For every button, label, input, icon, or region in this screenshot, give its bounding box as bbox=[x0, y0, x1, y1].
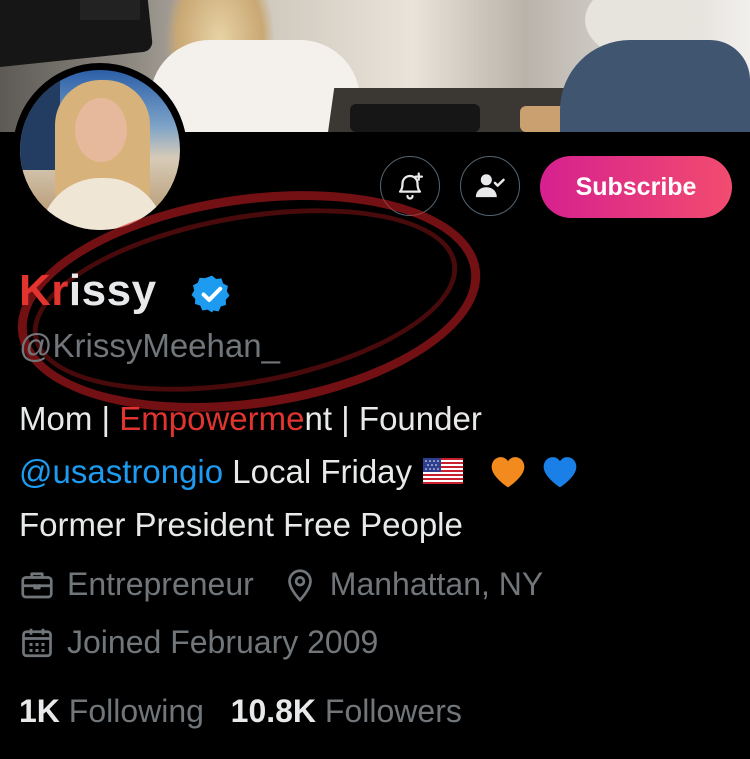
subscribe-button[interactable]: Subscribe bbox=[540, 156, 732, 218]
bio-text: nt | Founder bbox=[304, 400, 482, 437]
bio-line-2: @usastrongio Local Friday bbox=[19, 453, 586, 495]
profile-meta-row: Joined February 2009 bbox=[19, 624, 378, 661]
banner-person-body bbox=[150, 40, 360, 132]
followers-link[interactable]: 10.8K Followers bbox=[231, 693, 462, 729]
display-name: Krissy bbox=[19, 266, 157, 316]
profile-meta-row: Entrepreneur Manhattan, NY bbox=[19, 566, 543, 603]
following-link[interactable]: 1K Following bbox=[19, 693, 204, 729]
avatar-background bbox=[20, 70, 60, 170]
bio-line-1: Mom | Empowerment | Founder bbox=[19, 400, 482, 438]
banner-person-body bbox=[560, 40, 750, 132]
bio-text-highlight: Empowerme bbox=[119, 400, 305, 437]
bell-plus-icon bbox=[398, 172, 423, 200]
profile-avatar[interactable] bbox=[13, 63, 187, 237]
following-count: 1K bbox=[19, 693, 60, 729]
user-handle: @KrissyMeehan_ bbox=[19, 327, 280, 364]
following-label: Following bbox=[68, 693, 204, 729]
joined-date-text: Joined February 2009 bbox=[67, 624, 379, 660]
followers-label: Followers bbox=[324, 693, 462, 729]
notifications-button[interactable] bbox=[380, 156, 440, 216]
avatar-face bbox=[75, 98, 127, 162]
location-pin-icon bbox=[287, 568, 312, 602]
bio-text: Local Friday bbox=[223, 453, 413, 490]
blue-heart-emoji bbox=[544, 457, 577, 488]
verified-badge-icon[interactable] bbox=[191, 273, 233, 315]
bio-mention-link[interactable]: @usastrongio bbox=[19, 453, 223, 490]
bio-line-3: Former President Free People bbox=[19, 506, 463, 543]
person-check-icon bbox=[475, 174, 505, 198]
display-name-highlight: Kr bbox=[19, 266, 69, 315]
avatar-photo bbox=[20, 70, 180, 230]
banner-camera-shape bbox=[80, 0, 140, 20]
following-button[interactable] bbox=[460, 156, 520, 216]
calendar-icon bbox=[22, 628, 52, 657]
banner-object bbox=[350, 104, 480, 132]
display-name-rest: issy bbox=[68, 266, 157, 315]
orange-heart-emoji bbox=[492, 457, 525, 488]
location-text: Manhattan, NY bbox=[329, 566, 544, 602]
followers-count: 10.8K bbox=[230, 693, 317, 729]
us-flag-emoji bbox=[423, 458, 464, 485]
bio-text: Mom | bbox=[19, 400, 120, 437]
occupation-text: Entrepreneur bbox=[67, 566, 254, 602]
follow-stats: 1K Following 10.8K Followers bbox=[19, 693, 462, 730]
briefcase-icon bbox=[21, 571, 53, 598]
